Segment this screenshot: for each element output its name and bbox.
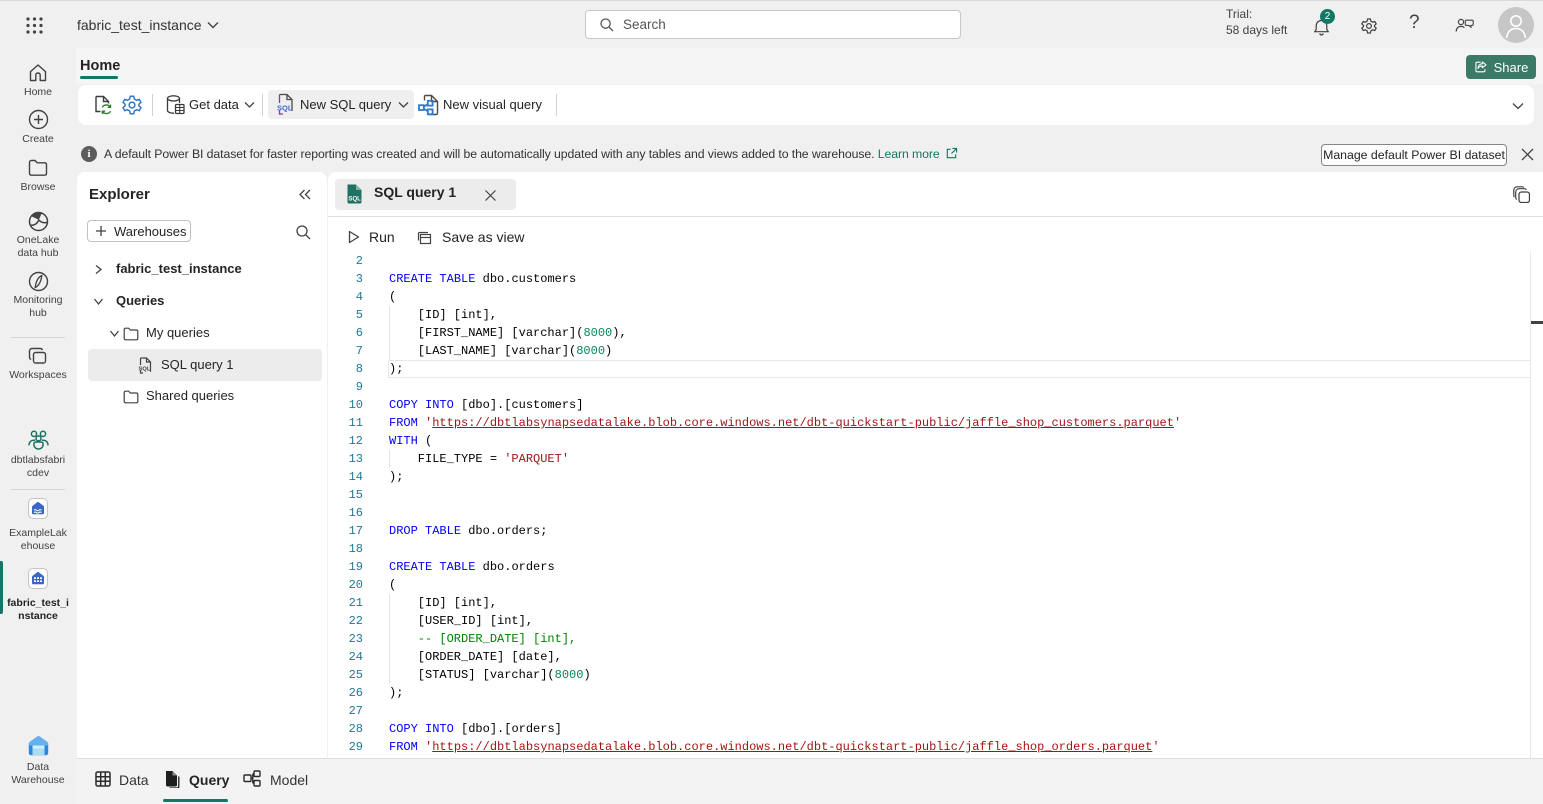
svg-text:SQL: SQL: [139, 367, 151, 373]
svg-text:SQL: SQL: [349, 197, 362, 203]
svg-text:SQL: SQL: [277, 104, 293, 113]
